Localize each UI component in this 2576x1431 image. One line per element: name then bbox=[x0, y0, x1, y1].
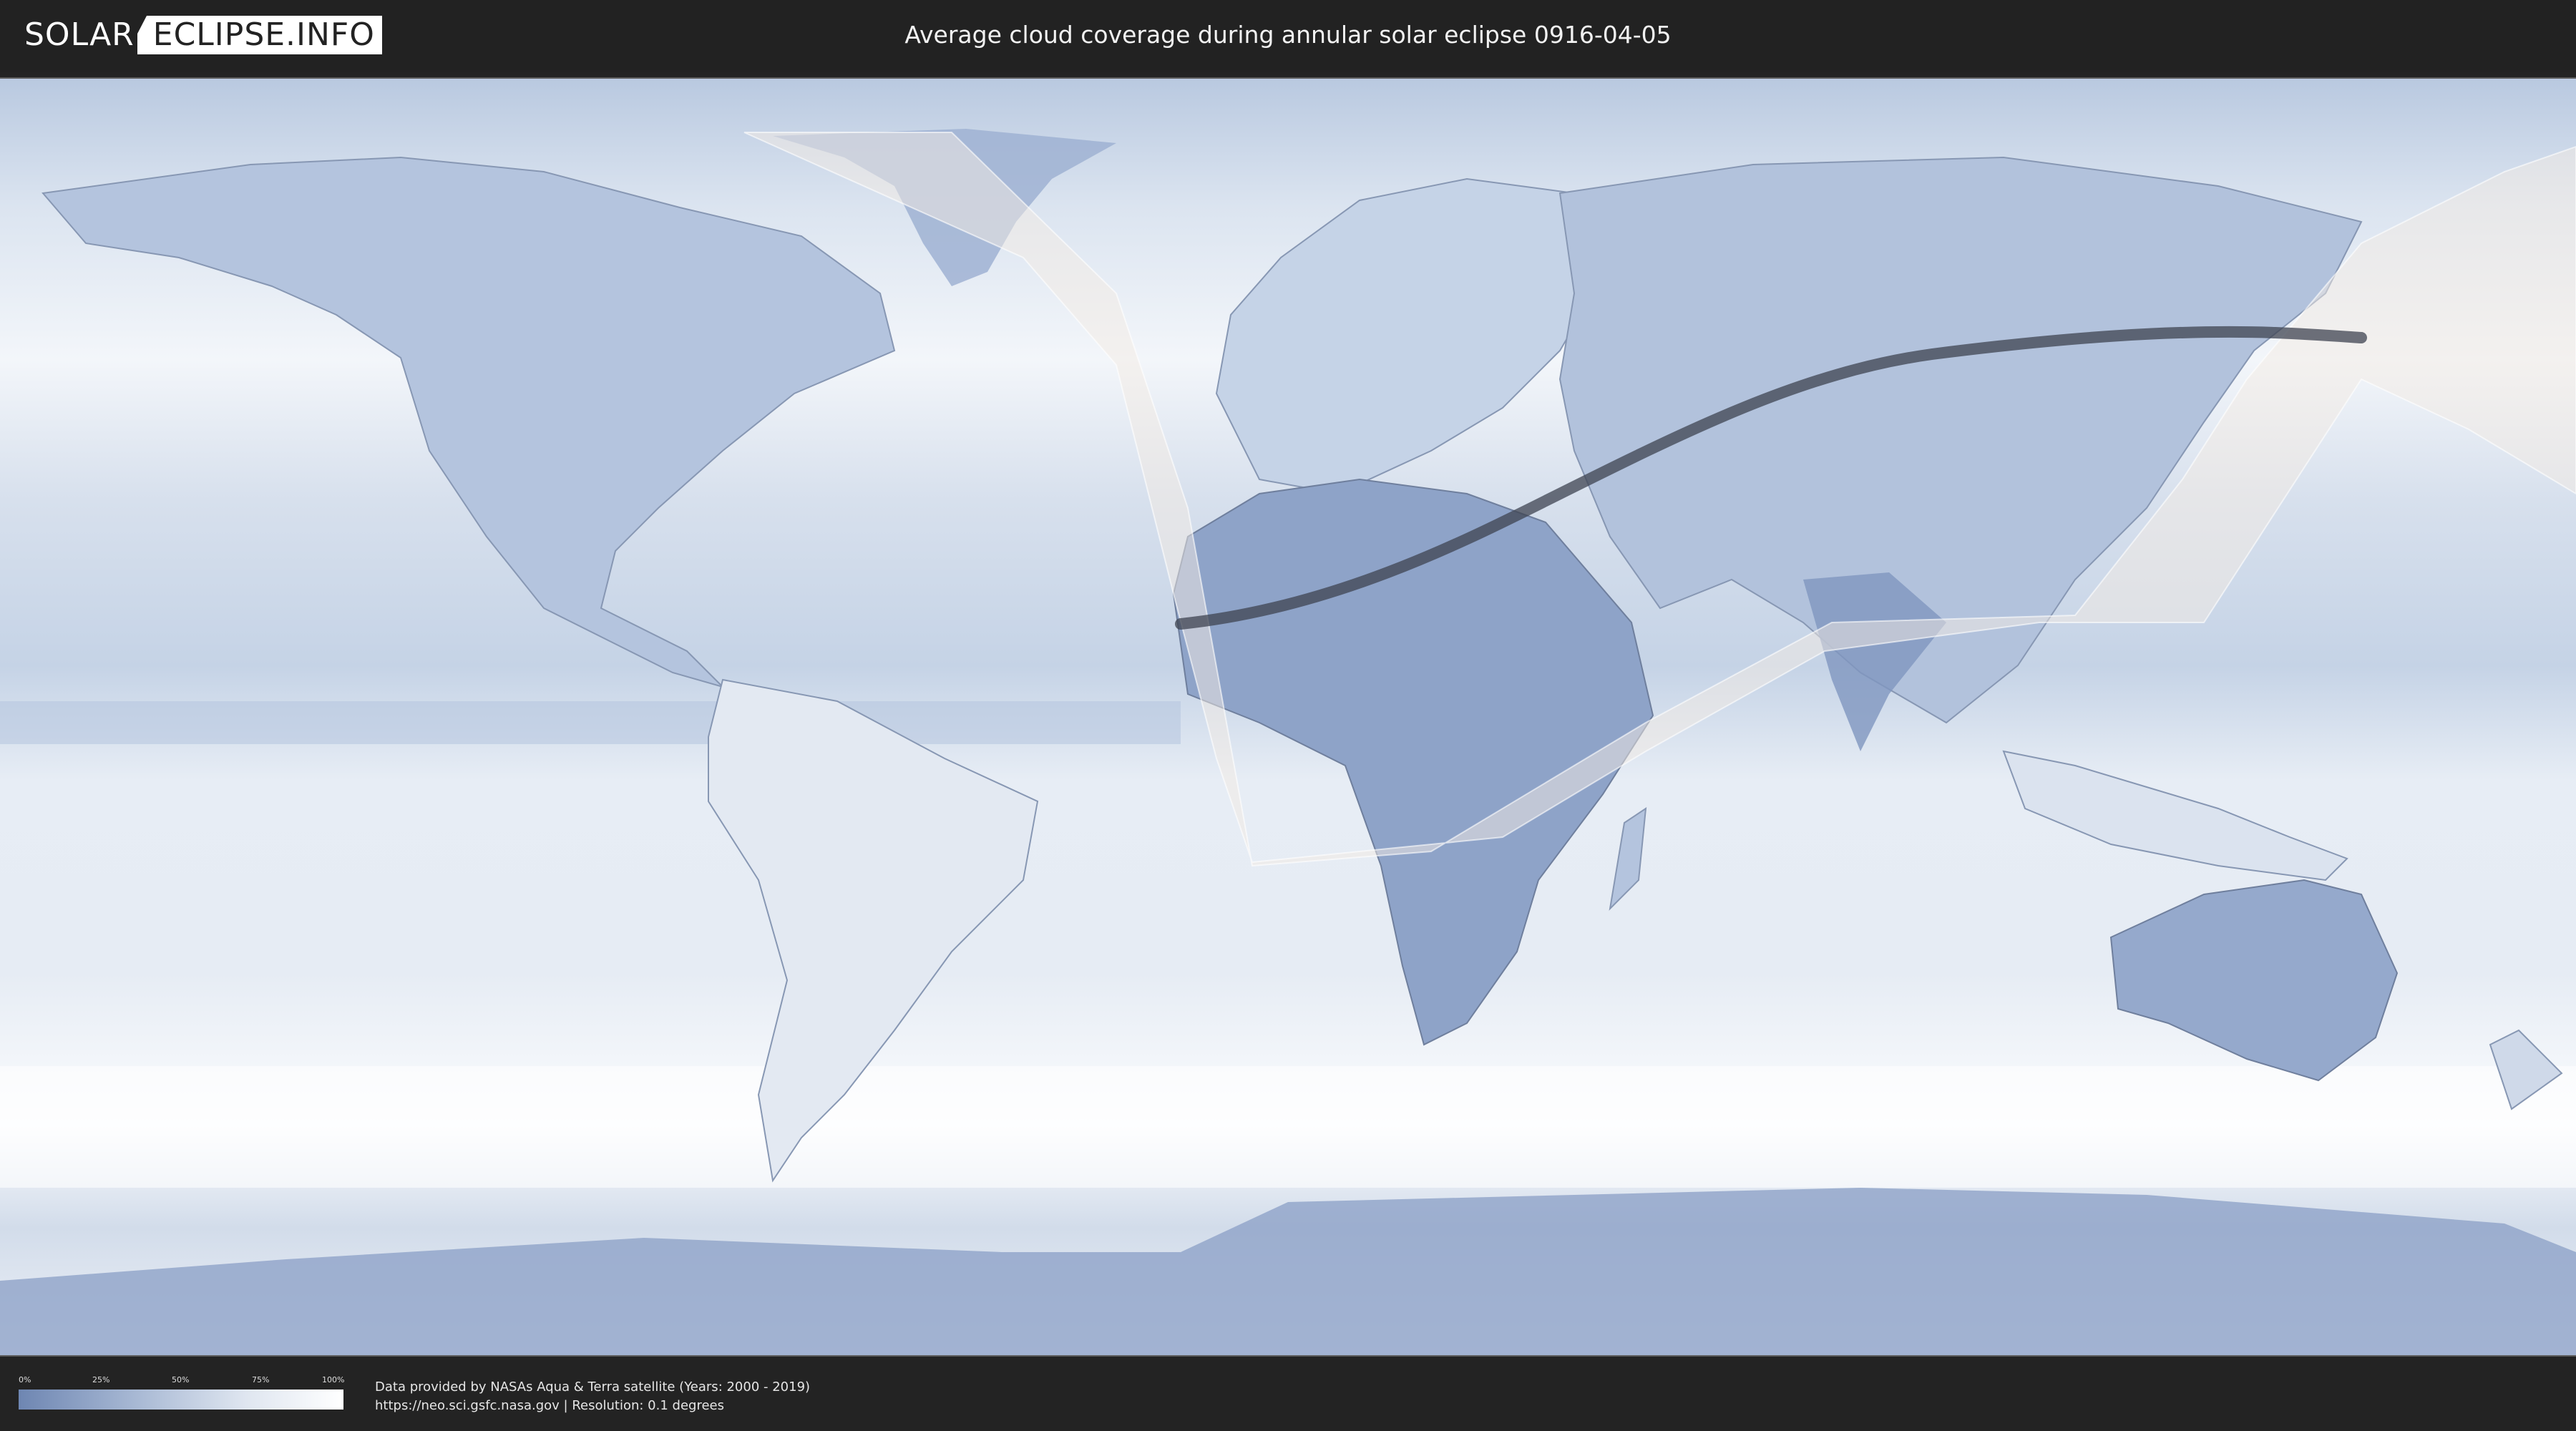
credits-line-url[interactable]: https://neo.sci.gsfc.nasa.gov | Resoluti… bbox=[375, 1397, 810, 1415]
legend-gradient-bar bbox=[19, 1390, 343, 1410]
cloud-coverage-map bbox=[0, 77, 2576, 1357]
legend-tick-100: 100% bbox=[322, 1375, 345, 1384]
legend-tick-25: 25% bbox=[92, 1375, 110, 1384]
header-bar: SOLAR ECLIPSE.INFO Average cloud coverag… bbox=[0, 0, 2576, 72]
credits-line-source: Data provided by NASAs Aqua & Terra sate… bbox=[375, 1379, 811, 1395]
world-map-svg bbox=[0, 79, 2576, 1355]
legend-tick-0: 0% bbox=[19, 1375, 31, 1384]
itcz-cloud-band bbox=[0, 701, 1181, 744]
legend-tick-50: 50% bbox=[172, 1375, 190, 1384]
page-title: Average cloud coverage during annular so… bbox=[904, 21, 1672, 49]
cloud-coverage-legend: 0% 25% 50% 75% 100% bbox=[19, 1375, 345, 1414]
data-credits: Data provided by NASAs Aqua & Terra sate… bbox=[375, 1378, 810, 1415]
legend-ticks: 0% 25% 50% 75% 100% bbox=[19, 1375, 345, 1387]
legend-tick-75: 75% bbox=[252, 1375, 270, 1384]
southern-cloud-band bbox=[0, 1066, 2576, 1188]
